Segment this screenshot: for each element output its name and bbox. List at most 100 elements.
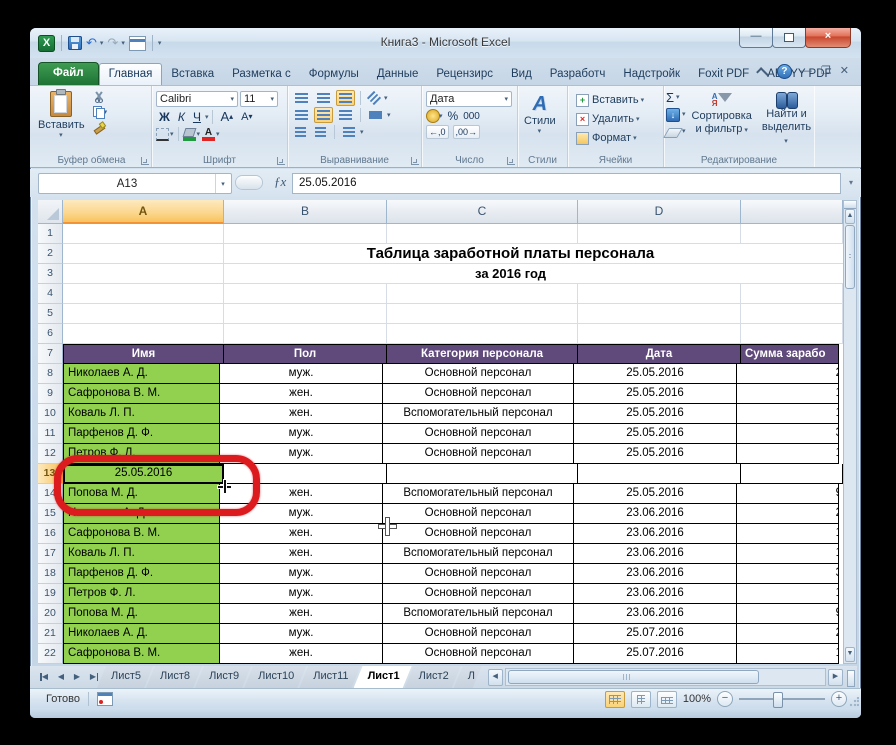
sheet-tab-Лист5[interactable]: Лист5 [97,666,153,688]
cell[interactable] [224,284,387,304]
cell-gender[interactable]: жен. [220,524,383,544]
fx-icon[interactable]: ƒx [274,174,286,190]
cell[interactable] [63,244,224,264]
help-icon[interactable]: ? [776,64,792,79]
expand-formula-bar-icon[interactable]: ▾ [845,177,857,188]
cell[interactable] [63,304,224,324]
cell-gender[interactable]: жен. [220,544,383,564]
cell-gender[interactable]: жен. [220,644,383,664]
clear-button[interactable]: ▾ [663,124,686,139]
cell-gender[interactable]: жен. [220,484,383,504]
cell[interactable]: 9 [737,604,839,624]
formula-input[interactable]: 25.05.2016 [292,173,841,194]
cell-date[interactable]: 25.05.2016 [574,404,737,424]
table-subtitle[interactable]: за 2016 год [224,264,843,284]
cell[interactable] [63,224,224,244]
table-header-cell[interactable]: Дата [578,344,741,364]
collapse-ribbon-icon[interactable] [756,66,769,80]
decrease-indent-button[interactable] [292,124,309,140]
cell-category[interactable]: Вспомогательный персонал [383,544,574,564]
font-size-select[interactable]: 11 ▾ [240,91,278,107]
align-left-button[interactable] [292,107,311,123]
dialog-launcher-icon[interactable] [277,157,285,165]
h-scroll-track[interactable] [504,668,826,686]
font-name-select[interactable]: Calibri ▾ [156,91,238,107]
column-header-B[interactable]: B [224,200,387,224]
vertical-scroll-thumb[interactable] [845,225,855,289]
first-sheet-icon[interactable]: ◀ [38,670,52,684]
workbook-minimize-icon[interactable]: — [801,65,812,78]
worksheet-grid[interactable]: A B C D 1 2 Таблица заработной платы персонала… [38,200,843,664]
align-bottom-button[interactable] [336,90,355,106]
cell[interactable] [63,264,224,284]
column-header-D[interactable]: D [578,200,741,224]
cell-date[interactable] [578,464,741,484]
wrap-text-button[interactable] [340,124,358,140]
cell-name[interactable]: Коваль Л. П. [63,544,220,564]
table-header-cell[interactable]: Пол [224,344,387,364]
orientation-button[interactable] [366,90,382,106]
page-layout-view-button[interactable] [630,690,651,708]
cell[interactable] [741,464,843,484]
cell-category[interactable]: Основной персонал [383,584,574,604]
cell-date[interactable]: 25.05.2016 [574,444,737,464]
merge-center-button[interactable] [366,108,385,122]
zoom-level[interactable]: 100% [683,693,711,705]
tab-10[interactable]: Foxit PDF [689,64,758,85]
tab-4[interactable]: Формулы [300,64,368,85]
split-handle[interactable] [844,201,856,209]
page-break-view-button[interactable] [656,690,677,708]
cell[interactable] [741,224,843,244]
zoom-in-icon[interactable]: + [831,691,847,707]
cell-gender[interactable]: жен. [220,384,383,404]
table-header-cell[interactable]: Имя [63,344,224,364]
tab-7[interactable]: Вид [502,64,541,85]
cell-category[interactable]: Основной персонал [383,364,574,384]
bold-button[interactable]: Ж [156,109,173,125]
align-top-button[interactable] [292,90,311,106]
cell[interactable] [63,284,224,304]
sheet-tab-Лист9[interactable]: Лист9 [195,666,251,688]
cell-date[interactable]: 23.06.2016 [574,504,737,524]
sheet-tab-Лист2[interactable]: Лист2 [405,666,461,688]
comma-format-button[interactable]: 000 [463,111,480,122]
cell[interactable] [224,304,387,324]
cell-name[interactable]: Парфенов Д. Ф. [63,424,220,444]
cell-gender[interactable]: муж. [220,564,383,584]
row-header-3[interactable]: 3 [38,264,63,284]
restore-button[interactable] [772,28,806,48]
cell-gender[interactable]: муж. [220,504,383,524]
tab-1[interactable]: Главная [98,63,163,85]
zoom-out-icon[interactable]: − [717,691,733,707]
decrease-decimal-button[interactable]: ,00→ [452,125,481,139]
cell-gender[interactable]: жен. [220,604,383,624]
close-button[interactable]: × [805,28,851,48]
cell-category[interactable]: Вспомогательный персонал [383,484,574,504]
cell-date[interactable]: 23.06.2016 [574,544,737,564]
row-header-19[interactable]: 19 [38,584,63,604]
column-header-C[interactable]: C [387,200,578,224]
cell-date[interactable]: 25.05.2016 [574,424,737,444]
row-header-21[interactable]: 21 [38,624,63,644]
cell[interactable]: 1 [737,544,839,564]
cell-category[interactable] [387,464,578,484]
row-header-16[interactable]: 16 [38,524,63,544]
cell[interactable] [387,284,578,304]
cut-icon[interactable] [93,91,105,103]
cell-name[interactable]: Парфенов Д. Ф. [63,564,220,584]
styles-button[interactable]: А Стили ▾ [520,91,560,137]
format-cells-button[interactable]: Формат ▾ [576,131,661,146]
horizontal-scroll-thumb[interactable] [507,670,759,684]
cell[interactable] [224,224,387,244]
zoom-slider[interactable] [739,692,825,708]
cell-gender[interactable]: муж. [220,424,383,444]
sheet-tab-Лист8[interactable]: Лист8 [146,666,202,688]
cell[interactable] [578,284,741,304]
row-header-17[interactable]: 17 [38,544,63,564]
find-select-button[interactable]: Найти и выделить ▾ [758,89,815,149]
tab-5[interactable]: Данные [368,64,428,85]
cell-name[interactable]: Сафронова В. М. [63,524,220,544]
cell-name[interactable]: Николаев А. Д. [63,364,220,384]
scroll-down-icon[interactable]: ▼ [845,647,855,662]
cell[interactable]: 3 [737,564,839,584]
